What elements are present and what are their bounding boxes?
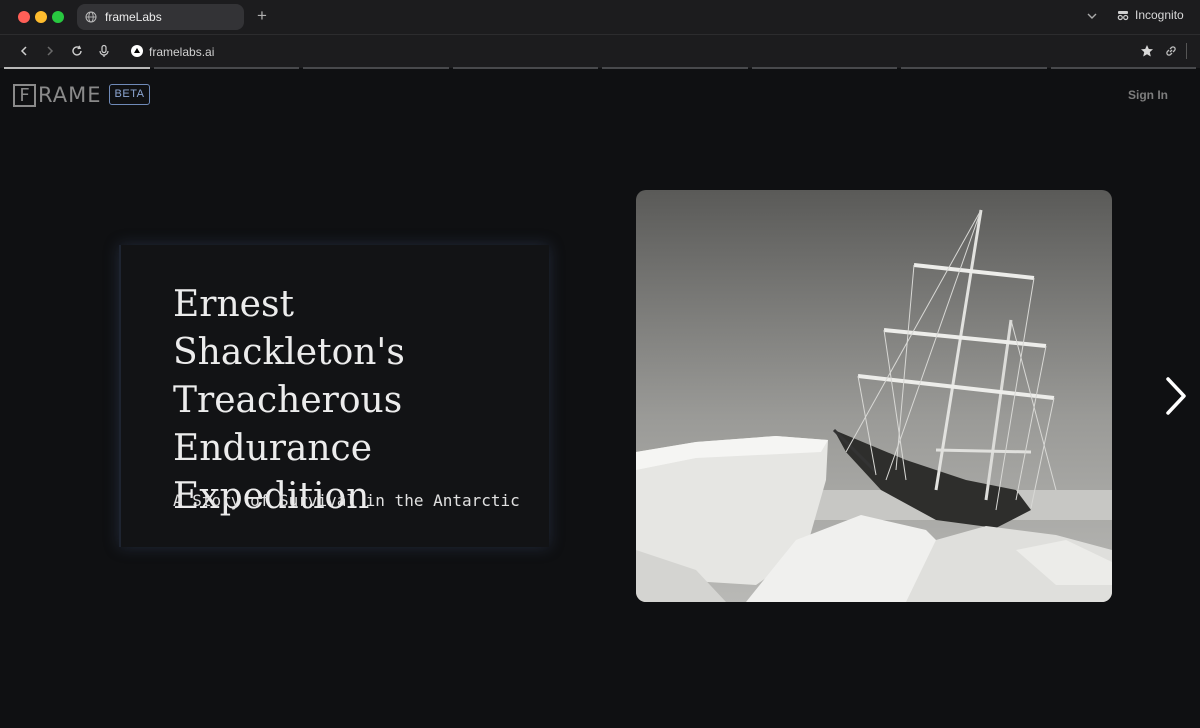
browser-toolbar: framelabs.ai <box>0 34 1200 68</box>
window-maximize-button[interactable] <box>52 11 64 23</box>
chevron-down-icon[interactable] <box>1086 10 1098 22</box>
logo-letter-box: F <box>13 83 36 107</box>
frame-logo[interactable]: F RAME <box>13 83 102 107</box>
incognito-indicator[interactable]: Incognito <box>1116 8 1184 22</box>
window-minimize-button[interactable] <box>35 11 47 23</box>
logo-wordmark: RAME <box>38 83 102 107</box>
site-info-icon[interactable] <box>131 45 143 57</box>
bookmark-button[interactable] <box>1140 44 1154 58</box>
arrow-left-icon <box>20 46 27 56</box>
arrow-right-icon <box>47 46 54 56</box>
browser-titlebar: frameLabs + Incognito <box>0 0 1200 34</box>
reload-button[interactable] <box>70 44 84 58</box>
story-image <box>636 190 1112 602</box>
story-progress-segment[interactable] <box>901 67 1047 69</box>
story-title-card: Ernest Shackleton's Treacherous Enduranc… <box>119 245 549 547</box>
tab-title: frameLabs <box>105 10 162 24</box>
toolbar-divider <box>1186 43 1187 59</box>
voice-search-button[interactable] <box>97 44 111 58</box>
story-progress-segment[interactable] <box>153 67 299 69</box>
story-progress <box>4 67 1196 70</box>
reload-icon <box>72 45 82 56</box>
forward-button[interactable] <box>43 44 57 58</box>
sign-in-link[interactable]: Sign In <box>1128 88 1168 102</box>
address-bar[interactable]: framelabs.ai <box>149 45 214 59</box>
next-slide-button[interactable] <box>1160 376 1192 416</box>
beta-badge: BETA <box>109 84 150 105</box>
incognito-icon <box>1117 11 1129 21</box>
back-button[interactable] <box>17 44 31 58</box>
story-subtitle: A Story of Survival in the Antarctic <box>173 491 520 510</box>
copy-link-button[interactable] <box>1164 44 1178 58</box>
globe-icon <box>85 11 97 23</box>
story-progress-segment[interactable] <box>1050 67 1196 69</box>
story-progress-segment[interactable] <box>303 67 449 69</box>
link-icon <box>1166 46 1176 56</box>
incognito-label: Incognito <box>1135 8 1184 22</box>
story-progress-segment[interactable] <box>751 67 897 69</box>
browser-tab[interactable]: frameLabs <box>77 4 244 30</box>
story-progress-segment[interactable] <box>4 67 150 69</box>
story-title: Ernest Shackleton's Treacherous Enduranc… <box>173 284 405 517</box>
new-tab-button[interactable]: + <box>254 7 270 25</box>
star-icon <box>1141 45 1153 57</box>
window-close-button[interactable] <box>18 11 30 23</box>
chevron-right-icon <box>1166 377 1186 415</box>
story-progress-segment[interactable] <box>602 67 748 69</box>
microphone-icon <box>99 44 109 57</box>
story-progress-segment[interactable] <box>452 67 598 69</box>
